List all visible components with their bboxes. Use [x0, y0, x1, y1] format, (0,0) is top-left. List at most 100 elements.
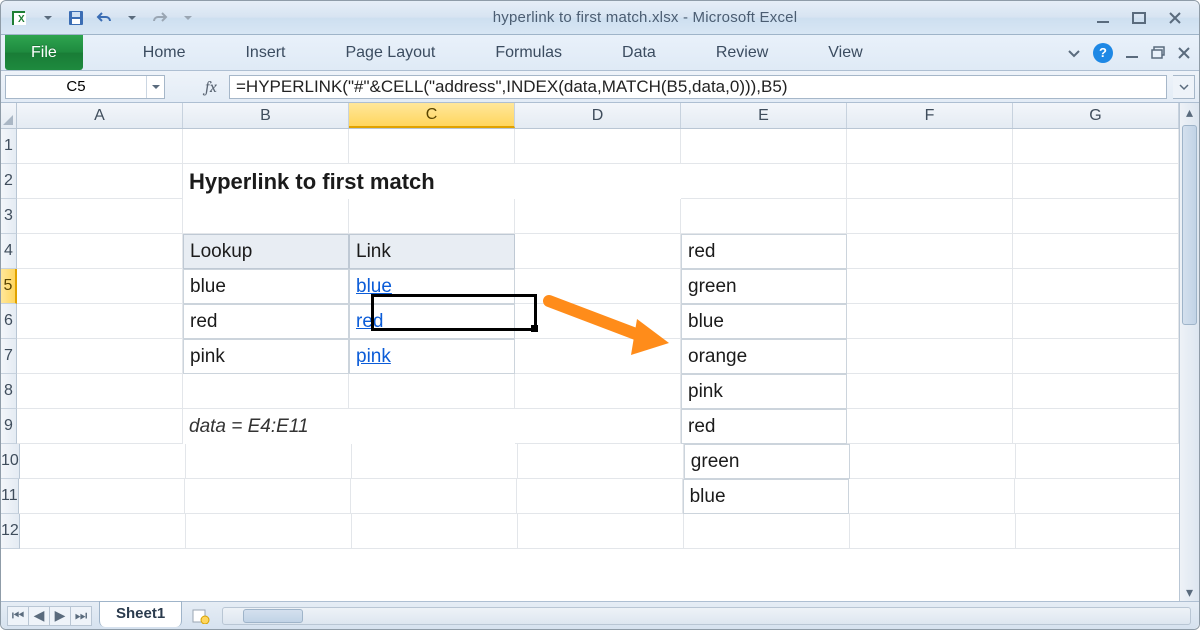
col-header[interactable]: C	[349, 103, 515, 128]
select-all-corner[interactable]	[1, 103, 17, 128]
data-cell[interactable]: green	[684, 444, 850, 479]
tab-home[interactable]: Home	[113, 35, 216, 70]
data-cell[interactable]: pink	[681, 374, 847, 409]
row-header[interactable]: 9	[1, 409, 17, 444]
col-header[interactable]: B	[183, 103, 349, 128]
file-tab[interactable]: File	[5, 35, 83, 70]
undo-icon[interactable]	[91, 6, 117, 30]
cell[interactable]	[186, 444, 352, 479]
tab-formulas[interactable]: Formulas	[465, 35, 592, 70]
cell[interactable]	[847, 199, 1013, 234]
close-button[interactable]	[1161, 8, 1189, 28]
note-cell[interactable]: data = E4:E11	[183, 409, 515, 444]
row-header[interactable]: 8	[1, 374, 17, 409]
cell[interactable]	[1016, 444, 1179, 479]
scroll-thumb[interactable]	[243, 609, 303, 623]
link-cell[interactable]: blue	[349, 269, 515, 304]
row-header[interactable]: 1	[1, 129, 17, 164]
row-header[interactable]: 10	[1, 444, 20, 479]
cell[interactable]	[17, 129, 183, 164]
data-cell[interactable]: green	[681, 269, 847, 304]
cell[interactable]	[681, 199, 847, 234]
workbook-close-icon[interactable]	[1177, 46, 1191, 60]
undo-dropdown-icon[interactable]	[119, 6, 145, 30]
cell[interactable]	[183, 129, 349, 164]
cell[interactable]	[847, 164, 1013, 199]
cell[interactable]	[849, 479, 1015, 514]
redo-icon[interactable]	[147, 6, 173, 30]
cell[interactable]	[1015, 479, 1179, 514]
cell[interactable]	[1013, 199, 1179, 234]
data-cell[interactable]: blue	[683, 479, 849, 514]
worksheet-grid[interactable]: A B C D E F G 1 2 Hyperlink to first mat…	[1, 103, 1179, 601]
col-header[interactable]: A	[17, 103, 183, 128]
link-cell[interactable]: red	[349, 304, 515, 339]
data-cell[interactable]: orange	[681, 339, 847, 374]
cell[interactable]	[518, 514, 684, 549]
formula-expand-icon[interactable]	[1173, 75, 1195, 99]
next-sheet-icon[interactable]: ▶	[49, 606, 71, 626]
last-sheet-icon[interactable]: ⏭	[70, 606, 92, 626]
tab-review[interactable]: Review	[686, 35, 798, 70]
cell[interactable]	[351, 479, 517, 514]
scroll-down-icon[interactable]: ▾	[1180, 583, 1199, 601]
cell[interactable]	[515, 199, 681, 234]
new-sheet-icon[interactable]	[188, 606, 214, 626]
formula-input[interactable]: =HYPERLINK("#"&CELL("address",INDEX(data…	[229, 75, 1167, 99]
cell[interactable]	[183, 374, 349, 409]
row-header[interactable]: 12	[1, 514, 20, 549]
cell[interactable]	[349, 129, 515, 164]
cell[interactable]	[847, 374, 1013, 409]
cell[interactable]	[1016, 514, 1179, 549]
col-header[interactable]: D	[515, 103, 681, 128]
workbook-minimize-icon[interactable]	[1125, 46, 1139, 60]
cell[interactable]	[847, 234, 1013, 269]
horizontal-scrollbar[interactable]	[222, 607, 1191, 625]
link-cell[interactable]: pink	[349, 339, 515, 374]
cell[interactable]	[183, 199, 349, 234]
cell[interactable]	[352, 514, 518, 549]
workbook-restore-icon[interactable]	[1151, 46, 1165, 60]
cell[interactable]	[850, 444, 1016, 479]
cell[interactable]	[850, 514, 1016, 549]
col-header[interactable]: G	[1013, 103, 1179, 128]
cell[interactable]	[515, 304, 681, 339]
excel-icon[interactable]: X	[7, 6, 33, 30]
cell[interactable]	[1013, 234, 1179, 269]
tab-page-layout[interactable]: Page Layout	[315, 35, 465, 70]
cell[interactable]	[847, 269, 1013, 304]
row-header[interactable]: 6	[1, 304, 17, 339]
data-cell[interactable]: red	[681, 234, 847, 269]
lookup-cell[interactable]: blue	[183, 269, 349, 304]
sheet-tab-sheet1[interactable]: Sheet1	[99, 601, 182, 627]
cell[interactable]	[517, 479, 683, 514]
cell[interactable]	[518, 444, 684, 479]
cell[interactable]	[847, 129, 1013, 164]
ribbon-minimize-icon[interactable]	[1067, 46, 1081, 60]
cell[interactable]	[515, 234, 681, 269]
cell[interactable]	[20, 514, 186, 549]
col-header[interactable]: E	[681, 103, 847, 128]
maximize-button[interactable]	[1125, 8, 1153, 28]
cell[interactable]	[17, 409, 183, 444]
cell[interactable]	[185, 479, 351, 514]
fx-icon[interactable]: fx	[199, 78, 223, 96]
cell[interactable]	[349, 374, 515, 409]
lookup-cell[interactable]: pink	[183, 339, 349, 374]
scroll-up-icon[interactable]: ▴	[1180, 103, 1199, 121]
cell[interactable]	[1013, 164, 1179, 199]
cell[interactable]	[1013, 304, 1179, 339]
cell[interactable]	[1013, 374, 1179, 409]
cell[interactable]	[684, 514, 850, 549]
cell[interactable]	[515, 339, 681, 374]
col-header[interactable]: F	[847, 103, 1013, 128]
cell[interactable]	[17, 199, 183, 234]
prev-sheet-icon[interactable]: ◀	[28, 606, 50, 626]
cell[interactable]	[352, 444, 518, 479]
sheet-title[interactable]: Hyperlink to first match	[183, 164, 681, 199]
cell[interactable]	[19, 479, 185, 514]
cell[interactable]	[17, 374, 183, 409]
scroll-thumb[interactable]	[1182, 125, 1197, 325]
qat-dropdown-icon[interactable]	[35, 6, 61, 30]
cell[interactable]	[349, 199, 515, 234]
